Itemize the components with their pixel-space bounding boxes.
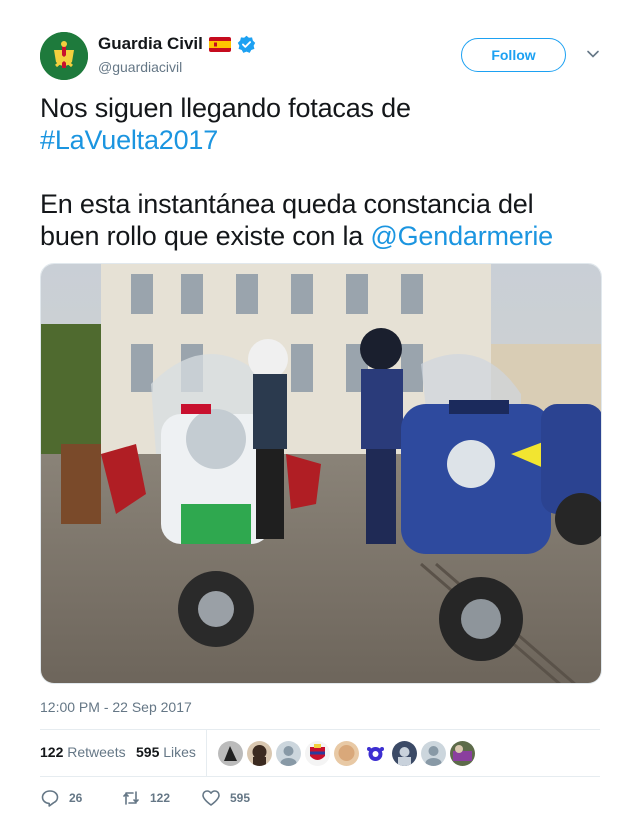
liker-avatar[interactable] <box>363 741 388 766</box>
tweet-header: Guardia Civil @guardiacivil Follow <box>40 30 600 82</box>
likes-count: 595 <box>136 744 160 760</box>
likes-label: Likes <box>163 744 196 760</box>
like-count: 595 <box>230 791 251 805</box>
tweet-stats: 122 Retweets 595 Likes <box>40 730 600 776</box>
tweet-line-text: buen rollo que existe con la <box>40 221 371 251</box>
retweet-icon <box>123 791 139 805</box>
tweet-line-with-mention: buen rollo que existe con la @Gendarmeri… <box>40 220 600 252</box>
guardia-civil-emblem-icon <box>40 32 88 80</box>
hashtag-link[interactable]: #LaVuelta2017 <box>40 124 600 156</box>
liker-avatar[interactable] <box>450 741 475 766</box>
retweet-button[interactable]: 122 <box>121 788 170 808</box>
liker-avatar[interactable] <box>305 741 330 766</box>
liker-avatar[interactable] <box>247 741 272 766</box>
retweets-stat[interactable]: 122 Retweets <box>40 744 126 760</box>
likes-stat[interactable]: 595 Likes <box>136 744 196 760</box>
retweets-count: 122 <box>40 744 64 760</box>
tweet-photo[interactable] <box>40 263 602 684</box>
tweet-line: En esta instantánea queda constancia del <box>40 189 534 219</box>
verified-badge-icon <box>237 35 256 54</box>
tweet-line: Nos siguen llegando fotacas de <box>40 93 411 123</box>
heart-icon <box>202 790 220 806</box>
chevron-down-icon[interactable] <box>586 47 600 61</box>
liker-avatar[interactable] <box>276 741 301 766</box>
author-name-row: Guardia Civil <box>98 34 256 54</box>
reply-count: 26 <box>69 791 83 805</box>
tweet-timestamp[interactable]: 12:00 PM - 22 Sep 2017 <box>40 699 192 715</box>
liker-avatar[interactable] <box>421 741 446 766</box>
retweets-label: Retweets <box>67 744 126 760</box>
reply-button[interactable]: 26 <box>40 788 82 808</box>
stats-separator <box>206 730 207 776</box>
retweet-count: 122 <box>150 791 171 805</box>
author-avatar[interactable] <box>40 32 88 80</box>
liker-avatars <box>218 741 475 766</box>
liker-avatar[interactable] <box>334 741 359 766</box>
motorcycle-photo <box>41 264 601 683</box>
author-name[interactable]: Guardia Civil <box>98 34 203 54</box>
spain-flag-icon <box>208 36 231 52</box>
tweet-text: Nos siguen llegando fotacas de #LaVuelta… <box>40 92 600 252</box>
liker-avatar[interactable] <box>218 741 243 766</box>
mention-link[interactable]: @Gendarmerie <box>370 221 553 251</box>
author-handle[interactable]: @guardiacivil <box>98 59 182 75</box>
tweet-actions: 26 122 595 <box>40 788 600 810</box>
divider <box>40 776 600 777</box>
like-button[interactable]: 595 <box>201 788 250 808</box>
reply-icon <box>41 790 59 807</box>
follow-button[interactable]: Follow <box>461 38 566 72</box>
liker-avatar[interactable] <box>392 741 417 766</box>
